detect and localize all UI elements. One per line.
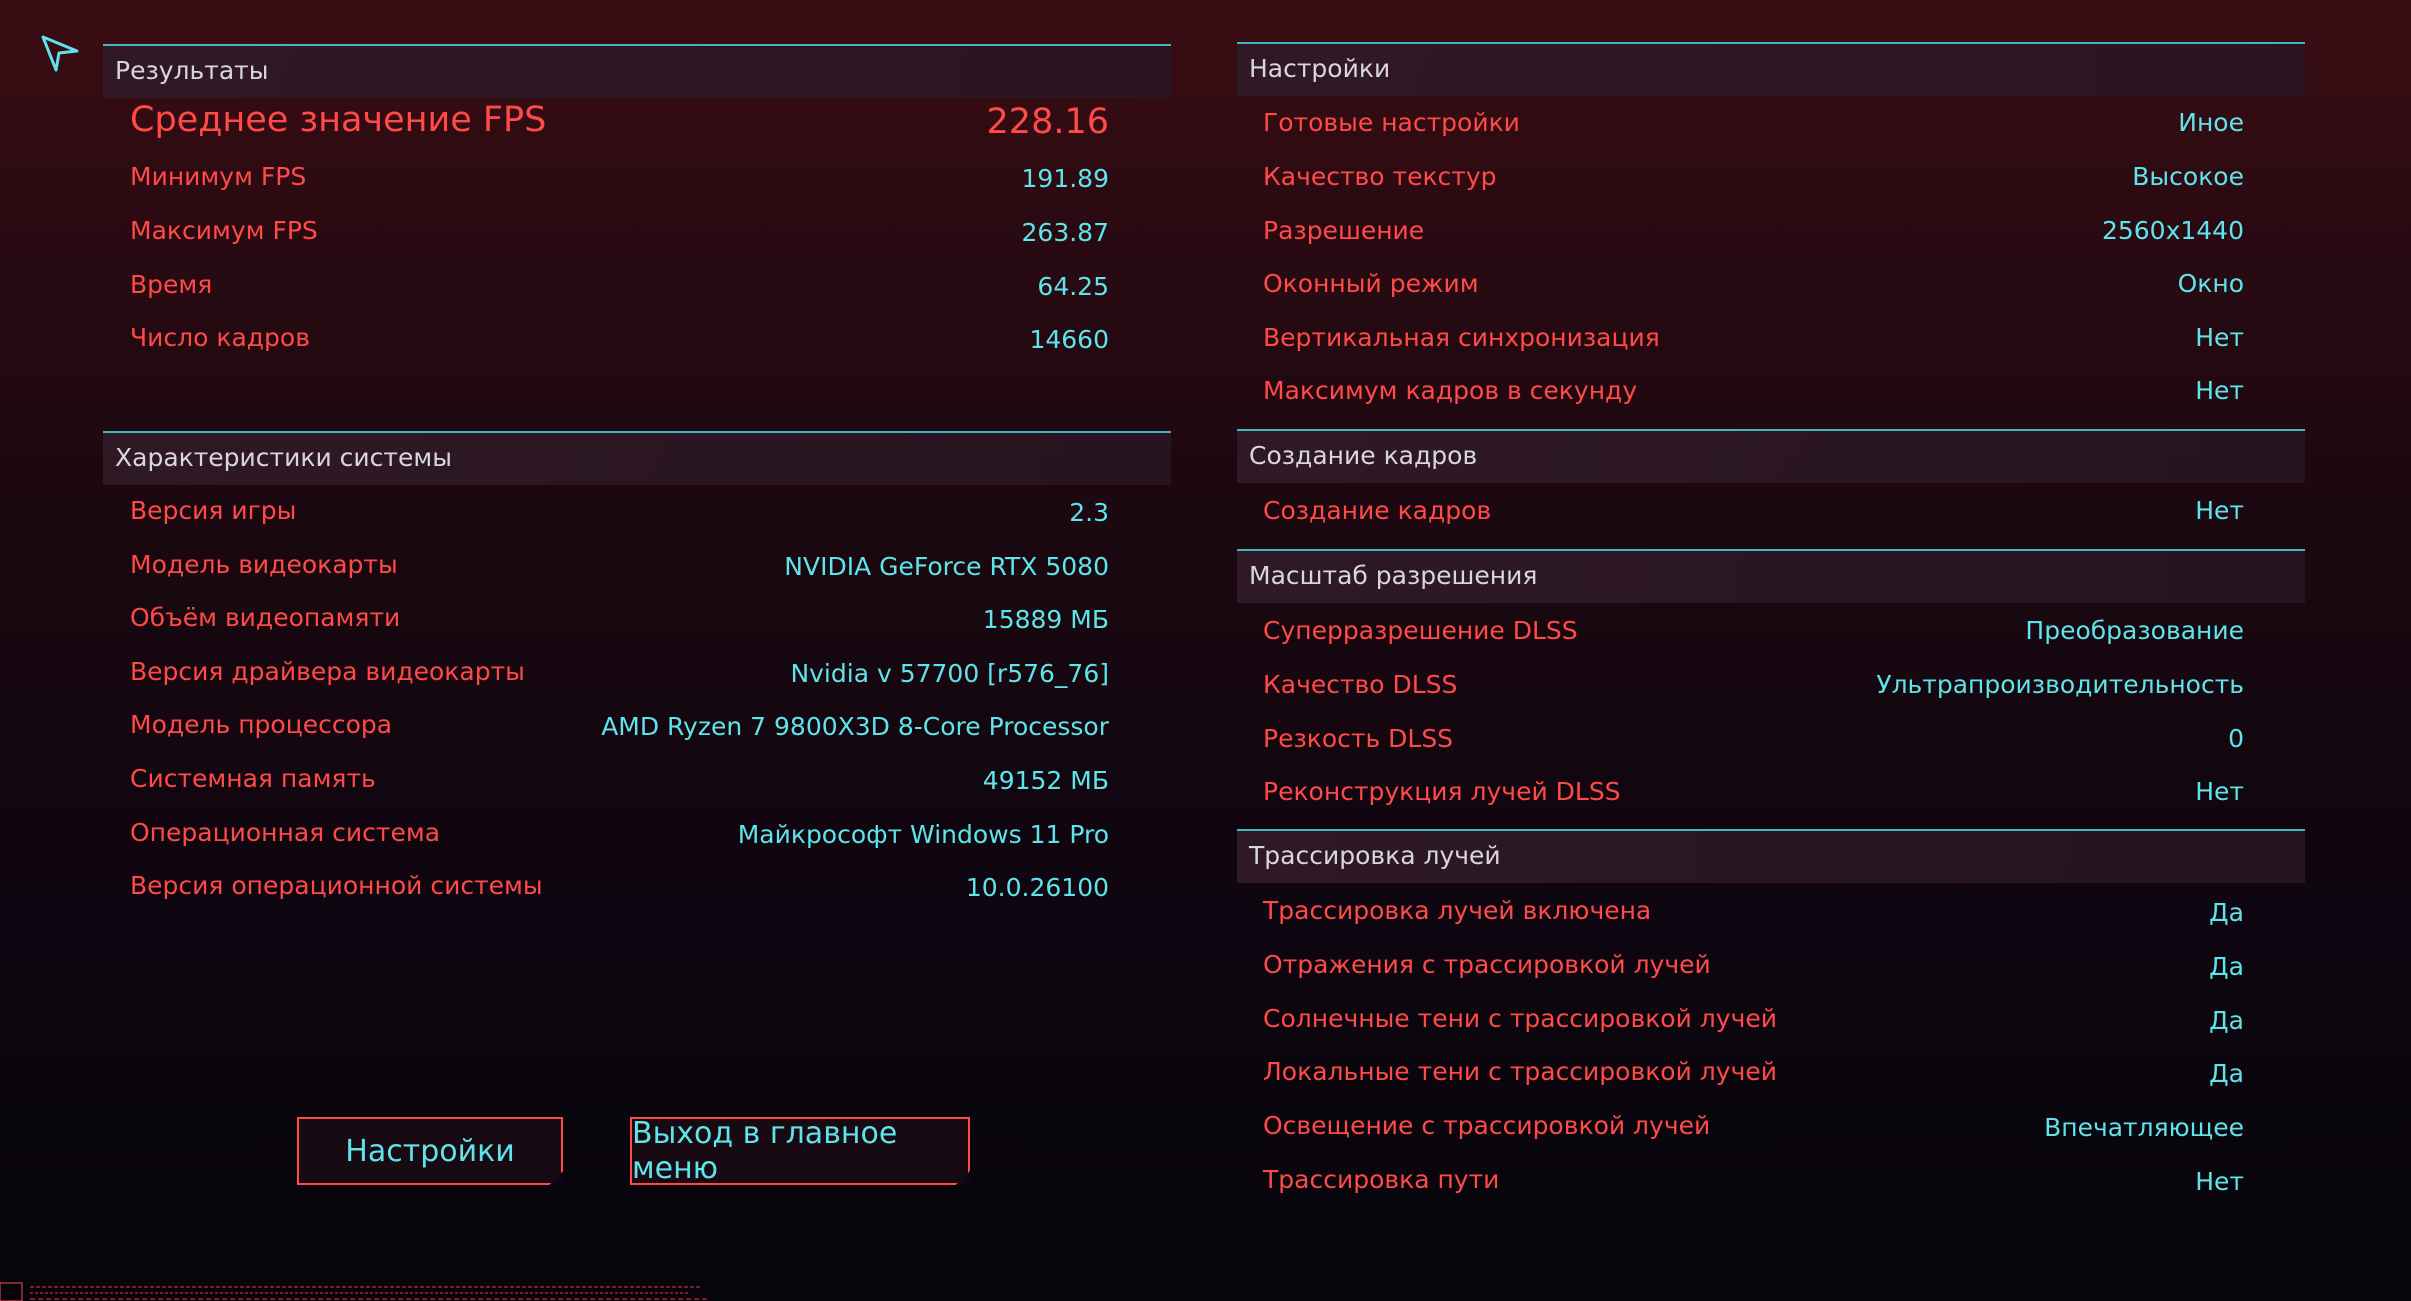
system-memory-value: 49152 МБ	[982, 766, 1109, 795]
cpu-model-label: Модель процессора	[130, 710, 393, 739]
resolution-scaling-title: Масштаб разрешения	[1249, 561, 1538, 590]
frame-count-value: 14660	[1029, 325, 1109, 354]
button-corner-notch	[956, 1171, 970, 1185]
path-tracing-value: Нет	[2195, 1167, 2244, 1196]
path-tracing-label: Трассировка пути	[1263, 1165, 1500, 1194]
vsync-value: Нет	[2195, 323, 2244, 352]
rt-reflections-label: Отражения с трассировкой лучей	[1263, 950, 1711, 979]
dlss-sharpness-value: 0	[2228, 724, 2244, 753]
dlss-superres-value: Преобразование	[2025, 616, 2244, 645]
ray-tracing-title: Трассировка лучей	[1249, 841, 1501, 870]
rt-sun-shadows-label: Солнечные тени с трассировкой лучей	[1263, 1004, 1777, 1033]
settings-button-label: Настройки	[345, 1133, 515, 1169]
texture-quality-value: Высокое	[2132, 162, 2244, 191]
resolution-label: Разрешение	[1263, 216, 1425, 245]
driver-version-label: Версия драйвера видеокарты	[130, 657, 525, 686]
cpu-model-value: AMD Ryzen 7 9800X3D 8-Core Processor	[601, 712, 1109, 741]
dlss-ray-reconstruction-value: Нет	[2195, 777, 2244, 806]
frame-gen-title: Создание кадров	[1249, 441, 1478, 470]
game-version-label: Версия игры	[130, 496, 297, 525]
game-version-value: 2.3	[1069, 498, 1109, 527]
settings-button[interactable]: Настройки	[297, 1117, 563, 1185]
rt-lighting-label: Освещение с трассировкой лучей	[1263, 1111, 1711, 1140]
settings-header: Настройки	[1237, 42, 2305, 96]
frame-count-label: Число кадров	[130, 323, 310, 352]
rt-lighting-value: Впечатляющее	[2044, 1113, 2244, 1142]
footer-legal-strip	[0, 1282, 710, 1301]
window-mode-label: Оконный режим	[1263, 269, 1479, 298]
vsync-label: Вертикальная синхронизация	[1263, 323, 1660, 352]
min-fps-label: Минимум FPS	[130, 162, 307, 191]
time-value: 64.25	[1037, 272, 1109, 301]
button-corner-notch	[549, 1171, 563, 1185]
time-label: Время	[130, 270, 213, 299]
system-header: Характеристики системы	[103, 431, 1171, 485]
preset-label: Готовые настройки	[1263, 108, 1520, 137]
os-value: Майкрософт Windows 11 Pro	[737, 820, 1109, 849]
settings-title: Настройки	[1249, 54, 1391, 83]
rt-enabled-label: Трассировка лучей включена	[1263, 896, 1652, 925]
dlss-ray-reconstruction-label: Реконструкция лучей DLSS	[1263, 777, 1621, 806]
window-mode-value: Окно	[2177, 269, 2244, 298]
rt-local-shadows-value: Да	[2209, 1059, 2244, 1088]
gpu-model-label: Модель видеокарты	[130, 550, 398, 579]
system-title: Характеристики системы	[115, 443, 452, 472]
max-fps-label: Максимум FPS	[130, 216, 318, 245]
dlss-quality-value: Ультрапроизводительность	[1876, 670, 2244, 699]
ray-tracing-header: Трассировка лучей	[1237, 829, 2305, 883]
system-memory-label: Системная память	[130, 764, 376, 793]
exit-main-menu-button[interactable]: Выход в главное меню	[630, 1116, 970, 1186]
rt-sun-shadows-value: Да	[2209, 1006, 2244, 1035]
max-fps-value: 263.87	[1021, 218, 1109, 247]
texture-quality-label: Качество текстур	[1263, 162, 1497, 191]
gpu-model-value: NVIDIA GeForce RTX 5080	[784, 552, 1109, 581]
avg-fps-value: 228.16	[986, 102, 1109, 142]
dlss-sharpness-label: Резкость DLSS	[1263, 724, 1454, 753]
driver-version-value: Nvidia v 57700 [r576_76]	[790, 659, 1109, 688]
max-fps-limit-value: Нет	[2195, 376, 2244, 405]
preset-value: Иное	[2178, 108, 2244, 137]
max-fps-limit-label: Максимум кадров в секунду	[1263, 376, 1638, 405]
results-header: Результаты	[103, 44, 1171, 98]
exit-main-menu-button-label: Выход в главное меню	[632, 1116, 898, 1186]
vram-label: Объём видеопамяти	[130, 603, 401, 632]
rt-enabled-value: Да	[2209, 898, 2244, 927]
dlss-quality-label: Качество DLSS	[1263, 670, 1458, 699]
os-label: Операционная система	[130, 818, 441, 847]
rt-reflections-value: Да	[2209, 952, 2244, 981]
frame-gen-header: Создание кадров	[1237, 429, 2305, 483]
vram-value: 15889 МБ	[982, 605, 1109, 634]
dlss-superres-label: Суперразрешение DLSS	[1263, 616, 1578, 645]
os-version-value: 10.0.26100	[965, 873, 1109, 902]
frame-gen-label: Создание кадров	[1263, 496, 1492, 525]
avg-fps-label: Среднее значение FPS	[130, 100, 547, 140]
resolution-value: 2560x1440	[2101, 216, 2244, 245]
results-title: Результаты	[115, 56, 269, 85]
os-version-label: Версия операционной системы	[130, 871, 543, 900]
resolution-scaling-header: Масштаб разрешения	[1237, 549, 2305, 603]
min-fps-value: 191.89	[1021, 164, 1109, 193]
pointer-cursor-icon	[41, 35, 79, 72]
frame-gen-value: Нет	[2195, 496, 2244, 525]
rt-local-shadows-label: Локальные тени с трассировкой лучей	[1263, 1057, 1777, 1086]
